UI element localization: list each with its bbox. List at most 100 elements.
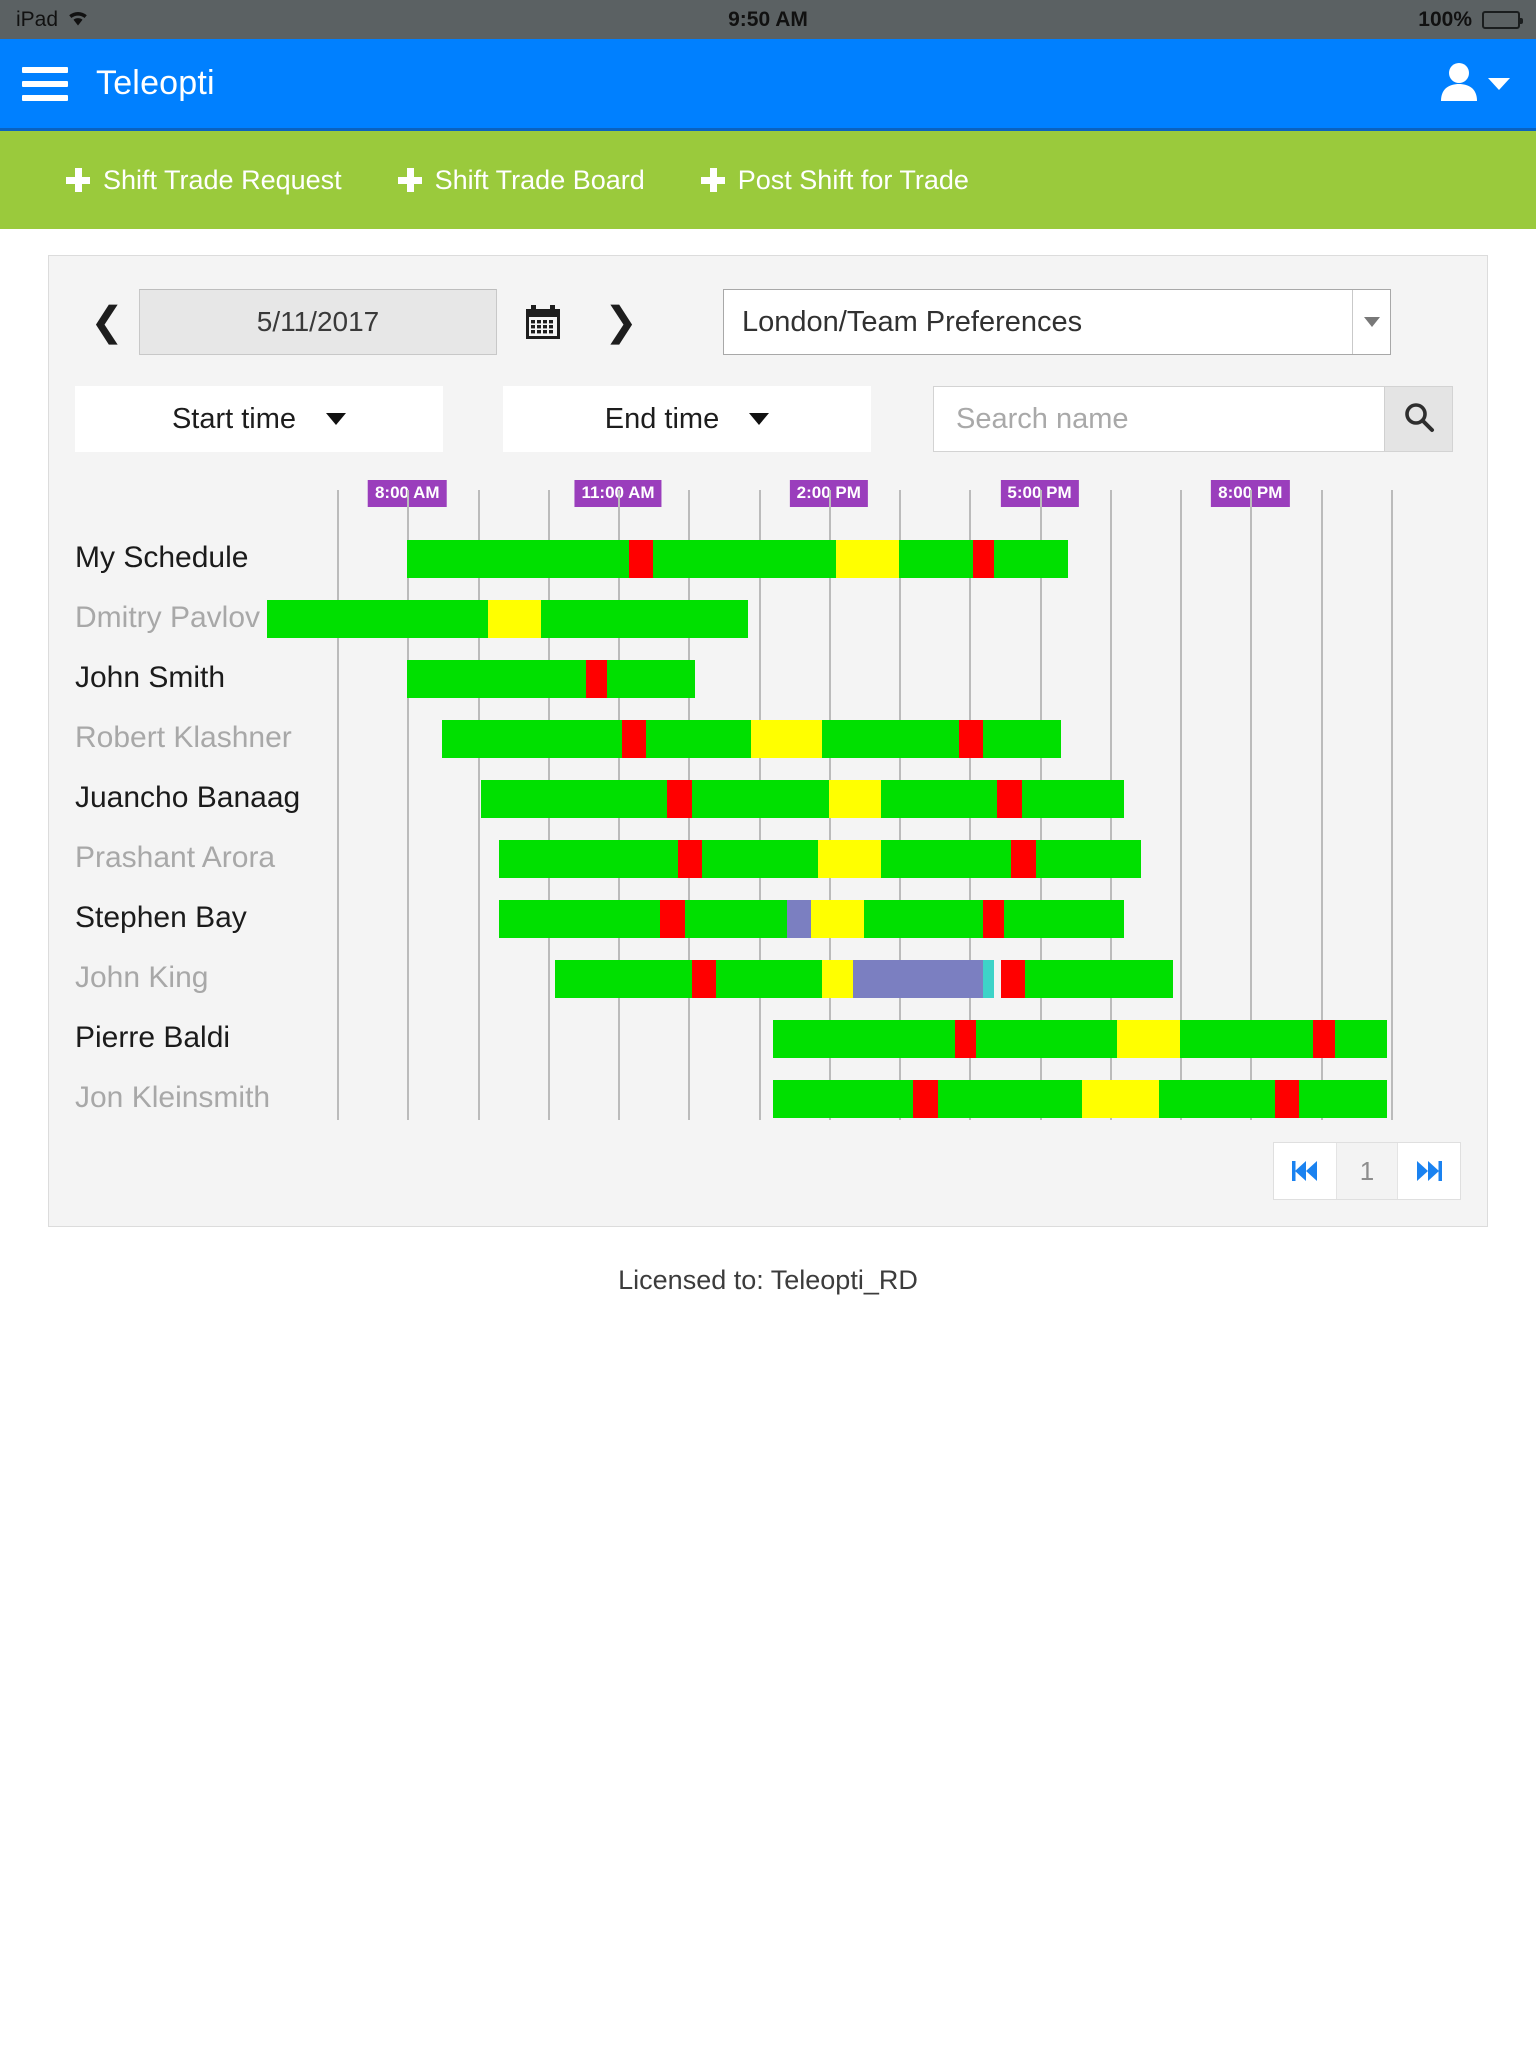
- shift-segment-lunch: [751, 720, 822, 758]
- triangle-down-icon: [326, 413, 347, 425]
- shift-bar[interactable]: [266, 600, 1461, 638]
- shift-segment-work: [772, 1080, 914, 1118]
- plus-icon: [700, 168, 725, 192]
- shift-segment-work: [407, 540, 629, 578]
- user-menu-button[interactable]: [1440, 39, 1510, 128]
- shift-segment-work: [983, 720, 1061, 758]
- shift-segment-work: [1180, 1020, 1314, 1058]
- end-time-filter[interactable]: End time: [503, 386, 871, 452]
- ios-status-bar: iPad 9:50 AM 100%: [0, 0, 1536, 39]
- shift-bar[interactable]: [337, 780, 1461, 818]
- schedule-row[interactable]: John King: [75, 948, 1461, 1008]
- shift-bar[interactable]: [337, 1020, 1461, 1058]
- schedule-row[interactable]: John Smith: [75, 648, 1461, 708]
- agent-name-label: Juancho Banaag: [75, 781, 301, 814]
- first-page-button[interactable]: [1274, 1143, 1336, 1199]
- schedule-row[interactable]: Stephen Bay: [75, 888, 1461, 948]
- post-shift-for-trade-label: Post Shift for Trade: [737, 164, 969, 195]
- shift-segment-break: [660, 900, 685, 938]
- battery-percent-label: 100%: [1418, 7, 1472, 31]
- agent-name-label: John King: [75, 961, 209, 994]
- shift-segment-work: [1004, 900, 1124, 938]
- shift-segment-break: [955, 1020, 977, 1058]
- team-select-dropdown[interactable]: London/Team Preferences: [723, 289, 1391, 355]
- shift-segment-short_activity: [983, 960, 994, 998]
- shift-segment-work: [937, 1080, 1082, 1118]
- shift-segment-break: [628, 540, 654, 578]
- current-page-number[interactable]: 1: [1336, 1143, 1398, 1199]
- shift-segment-work: [540, 600, 748, 638]
- post-shift-for-trade-button[interactable]: Post Shift for Trade: [700, 164, 969, 196]
- calendar-icon[interactable]: [497, 303, 589, 341]
- schedule-row[interactable]: Jon Kleinsmith: [75, 1068, 1461, 1128]
- shift-segment-work: [442, 720, 622, 758]
- user-avatar-icon: [1440, 61, 1478, 106]
- search-icon: [1403, 401, 1435, 438]
- shift-segment-break: [667, 780, 692, 818]
- agent-name-label: John Smith: [75, 661, 226, 694]
- shift-segment-work: [863, 900, 984, 938]
- schedule-timeline: 8:00 AM 11:00 AM 2:00 PM 5:00 PM 8:00 PM My …: [75, 480, 1461, 1120]
- search-button[interactable]: [1384, 387, 1452, 451]
- previous-day-button[interactable]: ❮: [75, 299, 139, 345]
- triangle-down-icon: [749, 413, 770, 425]
- schedule-row[interactable]: Juancho Banaag: [75, 768, 1461, 828]
- shift-segment-work: [1299, 1080, 1388, 1118]
- start-time-filter[interactable]: Start time: [75, 386, 443, 452]
- shift-trade-request-button[interactable]: Shift Trade Request: [66, 165, 342, 196]
- shift-segment-lunch: [811, 900, 864, 938]
- start-time-label: Start time: [171, 402, 297, 435]
- shift-segment-work: [1025, 960, 1173, 998]
- date-value: 5/11/2017: [256, 306, 380, 337]
- shift-bar[interactable]: [337, 1080, 1461, 1118]
- shift-segment-break: [586, 660, 608, 698]
- shift-segment-work: [407, 660, 587, 698]
- license-footer: Licensed to: Teleopti_RD: [618, 1265, 918, 1295]
- shift-bar[interactable]: [337, 660, 1461, 698]
- status-bar-left: iPad: [16, 8, 89, 32]
- shift-segment-break: [691, 960, 717, 998]
- schedule-row[interactable]: My Schedule: [75, 528, 1461, 588]
- shift-segment-lunch: [1116, 1020, 1180, 1058]
- shift-segment-break: [1313, 1020, 1335, 1058]
- shift-segment-work: [266, 600, 489, 638]
- shift-segment-work: [716, 960, 822, 998]
- shift-segment-work: [684, 900, 787, 938]
- date-navigation-row: ❮ 5/11/2017 ❯ London/Team Preferences: [75, 286, 1461, 358]
- shift-segment-work: [899, 540, 973, 578]
- schedule-row[interactable]: Pierre Baldi: [75, 1008, 1461, 1068]
- shift-segment-break: [913, 1080, 938, 1118]
- hamburger-menu-icon[interactable]: [22, 66, 68, 101]
- agent-name-label: My Schedule: [75, 541, 249, 574]
- shift-segment-work: [1021, 780, 1124, 818]
- last-page-button[interactable]: [1398, 1143, 1460, 1199]
- shift-segment-work: [498, 900, 661, 938]
- shift-segment-work: [1158, 1080, 1275, 1118]
- shift-bar[interactable]: [337, 720, 1461, 758]
- search-field-group: [933, 386, 1453, 452]
- shift-segment-work: [1035, 840, 1142, 878]
- shift-segment-work: [881, 780, 998, 818]
- shift-bar[interactable]: [337, 900, 1461, 938]
- shift-bar[interactable]: [337, 960, 1461, 998]
- shift-segment-meeting: [853, 960, 984, 998]
- schedule-row[interactable]: Robert Klashner: [75, 708, 1461, 768]
- schedule-row[interactable]: Dmitry Pavlov: [75, 588, 1461, 648]
- date-input[interactable]: 5/11/2017: [139, 289, 497, 355]
- shift-segment-lunch: [821, 960, 854, 998]
- shift-segment-work: [646, 720, 752, 758]
- shift-trade-request-label: Shift Trade Request: [103, 164, 342, 195]
- schedule-row[interactable]: Prashant Arora: [75, 828, 1461, 888]
- shift-segment-break: [997, 780, 1022, 818]
- shift-trade-board-button[interactable]: Shift Trade Board: [397, 165, 645, 196]
- shift-segment-work: [772, 1020, 956, 1058]
- shift-segment-break: [972, 540, 994, 578]
- filter-row: Start time End time: [75, 386, 1461, 452]
- next-day-button[interactable]: ❯: [589, 299, 653, 345]
- app-title: Teleopti: [96, 64, 215, 102]
- shift-bar[interactable]: [337, 840, 1461, 878]
- shift-bar[interactable]: [337, 540, 1461, 578]
- shift-segment-break: [1000, 960, 1026, 998]
- shift-segment-work: [702, 840, 819, 878]
- search-input[interactable]: [934, 387, 1384, 451]
